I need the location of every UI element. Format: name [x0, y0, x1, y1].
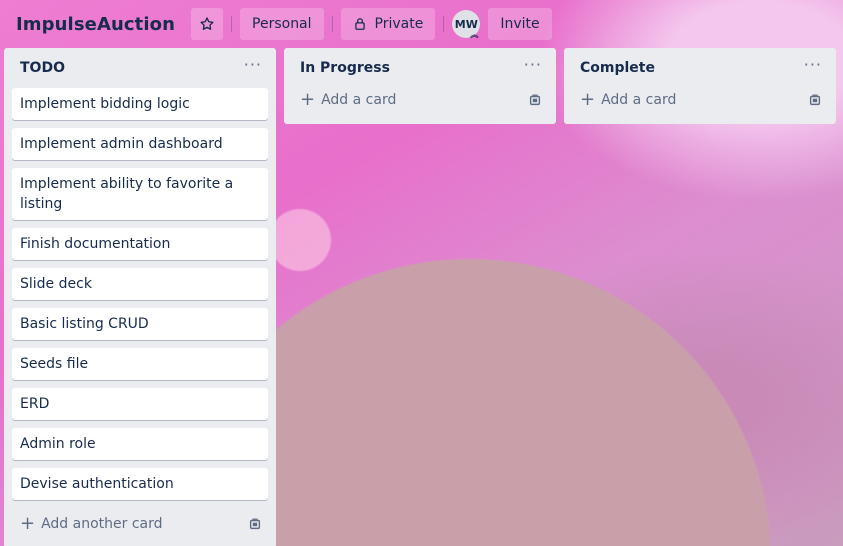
list-header: TODO ··· — [12, 48, 268, 88]
list-menu-icon[interactable]: ··· — [804, 57, 822, 73]
list-in-progress: In Progress ··· + Add a card — [284, 48, 556, 124]
list-menu-icon[interactable]: ··· — [524, 57, 542, 73]
workspace-label: Personal — [252, 16, 312, 32]
list-header: In Progress ··· — [292, 48, 548, 88]
avatar[interactable]: MW ︽ — [452, 10, 481, 39]
board-lists: TODO ··· Implement bidding logic Impleme… — [4, 48, 843, 546]
list-todo: TODO ··· Implement bidding logic Impleme… — [4, 48, 276, 546]
plus-icon: + — [20, 513, 36, 534]
list-header: Complete ··· — [572, 48, 828, 88]
visibility-label: Private — [374, 16, 424, 32]
star-icon — [200, 17, 214, 30]
list-title[interactable]: Complete — [580, 60, 655, 76]
list-menu-icon[interactable]: ··· — [244, 57, 262, 73]
card[interactable]: Admin role — [12, 428, 268, 460]
list-title[interactable]: TODO — [20, 60, 65, 76]
invite-button[interactable]: Invite — [488, 8, 552, 40]
list-title[interactable]: In Progress — [300, 60, 390, 76]
card[interactable]: Devise authentication — [12, 468, 268, 500]
add-card-button[interactable]: + Add a card — [572, 84, 828, 116]
board-header: ImpulseAuction Personal Private MW ︽ Inv… — [0, 0, 843, 48]
add-card-label: Add a card — [321, 92, 397, 108]
board-title[interactable]: ImpulseAuction — [16, 14, 175, 35]
workspace-button[interactable]: Personal — [240, 8, 324, 40]
template-icon[interactable] — [808, 93, 822, 107]
visibility-button[interactable]: Private — [340, 8, 436, 40]
card[interactable]: Implement bidding logic — [12, 88, 268, 120]
add-card-button[interactable]: + Add a card — [292, 84, 548, 116]
card[interactable]: Basic listing CRUD — [12, 308, 268, 340]
header-divider — [443, 16, 445, 32]
template-icon[interactable] — [248, 517, 262, 531]
add-card-button[interactable]: + Add another card — [12, 508, 268, 540]
add-card-label: Add another card — [41, 516, 163, 532]
card[interactable]: ERD — [12, 388, 268, 420]
card[interactable]: Slide deck — [12, 268, 268, 300]
template-icon[interactable] — [528, 93, 542, 107]
card[interactable]: Seeds file — [12, 348, 268, 380]
invite-label: Invite — [500, 16, 540, 32]
plus-icon: + — [300, 89, 316, 110]
card[interactable]: Implement ability to favorite a listing — [12, 168, 268, 220]
add-card-label: Add a card — [601, 92, 677, 108]
header-divider — [331, 16, 333, 32]
lock-icon — [354, 18, 365, 30]
card[interactable]: Finish documentation — [12, 228, 268, 260]
star-button[interactable] — [191, 8, 224, 40]
card[interactable]: Implement admin dashboard — [12, 128, 268, 160]
header-divider — [231, 16, 233, 32]
admin-chevron-icon: ︽ — [470, 30, 479, 39]
list-complete: Complete ··· + Add a card — [564, 48, 836, 124]
plus-icon: + — [580, 89, 596, 110]
